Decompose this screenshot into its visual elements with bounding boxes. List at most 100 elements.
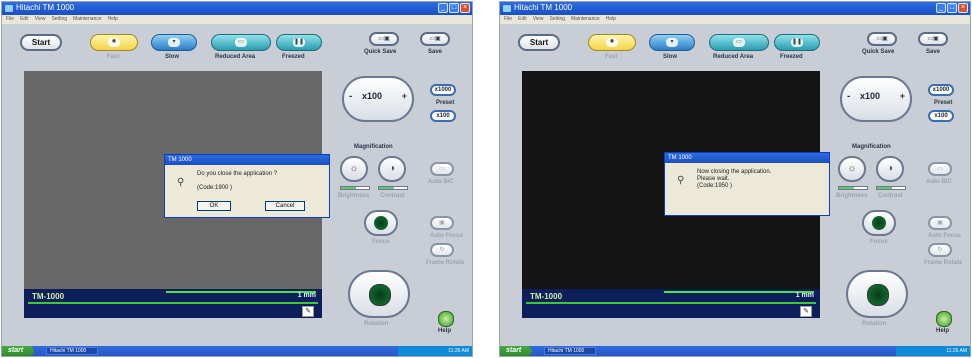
start-button[interactable]: Start — [20, 34, 62, 51]
screenshot-close-confirm: Hitachi TM 1000 _ □ × File Edit View Set… — [2, 2, 472, 356]
dialog-title: TM 1000 — [665, 153, 829, 163]
dialog-title: TM 1000 — [165, 155, 329, 165]
frame-rotate-button[interactable]: ↻ — [430, 243, 454, 257]
preset-x100-button[interactable]: x100 — [928, 110, 954, 122]
taskbar-app-button[interactable]: Hitachi TM 1000 — [544, 347, 596, 355]
menu-help[interactable]: Help — [108, 15, 118, 24]
contrast-icon: ◑ — [388, 163, 396, 174]
brightness-gauge — [838, 186, 868, 190]
slow-label: Slow — [165, 54, 180, 60]
reduced-area-button[interactable]: ▭ — [211, 34, 271, 51]
maximize-icon[interactable]: □ — [449, 3, 459, 13]
rotation-label: Rotation — [364, 321, 389, 327]
fast-scan-button[interactable]: ✹ — [588, 34, 636, 51]
cancel-button[interactable]: Cancel — [265, 201, 305, 211]
stage-joystick[interactable] — [348, 270, 410, 318]
dialog-code: (Code:1900 ) — [197, 185, 233, 191]
close-icon[interactable]: × — [958, 3, 968, 13]
reduced-area-label: Reduced Area — [215, 54, 256, 60]
frame-rotate-label: Frame Rotate — [426, 260, 465, 266]
save-button[interactable]: ▭▣ — [918, 32, 948, 46]
auto-bc-button[interactable]: ▭ — [430, 162, 454, 176]
save-button[interactable]: ▭▣ — [420, 32, 450, 46]
menu-file[interactable]: File — [6, 15, 14, 24]
menu-setting[interactable]: Setting — [549, 15, 565, 24]
brightness-dial[interactable]: ☼ — [340, 156, 368, 182]
help-icon[interactable] — [936, 311, 952, 327]
menu-view[interactable]: View — [35, 15, 46, 24]
brightness-label: Brightness — [338, 193, 370, 199]
start-button[interactable]: Start — [518, 34, 560, 51]
maximize-icon[interactable]: □ — [947, 3, 957, 13]
menu-view[interactable]: View — [533, 15, 544, 24]
pencil-icon[interactable]: ✎ — [800, 306, 812, 317]
slow-scan-button[interactable]: ▾ — [151, 34, 197, 51]
pencil-icon[interactable]: ✎ — [302, 306, 314, 317]
menu-file[interactable]: File — [504, 15, 512, 24]
reduced-area-button[interactable]: ▭ — [709, 34, 769, 51]
zoom-out-icon[interactable]: - — [847, 91, 850, 102]
close-icon[interactable]: × — [460, 3, 470, 13]
frame-rotate-button[interactable]: ↻ — [928, 243, 952, 257]
preset-label: Preset — [934, 100, 953, 106]
fast-label: Fast — [107, 54, 120, 60]
focus-knob[interactable] — [364, 210, 398, 236]
reduced-area-label: Reduced Area — [713, 54, 754, 60]
fast-scan-button[interactable]: ✹ — [90, 34, 138, 51]
freeze-button[interactable]: ❚❚ — [774, 34, 820, 51]
app-icon — [503, 5, 511, 12]
frame-rotate-label: Frame Rotate — [924, 260, 963, 266]
quick-save-button[interactable]: ▭▣ — [369, 32, 399, 46]
help-icon[interactable] — [438, 311, 454, 327]
menu-setting[interactable]: Setting — [51, 15, 67, 24]
system-tray-clock: 11:26 AM — [896, 346, 970, 356]
taskbar-app-button[interactable]: Hitachi TM 1000 — [46, 347, 98, 355]
auto-focus-button[interactable]: ▣ — [430, 216, 454, 230]
preset-x100-button[interactable]: x100 — [430, 110, 456, 122]
menu-edit[interactable]: Edit — [20, 15, 29, 24]
dialog-message: Do you close the application ? (Code:190… — [197, 171, 277, 192]
focus-knob[interactable] — [862, 210, 896, 236]
ok-button[interactable]: OK — [197, 201, 231, 211]
dialog-message: Now closing the application. Please wait… — [697, 169, 771, 190]
auto-bc-label: Auto B/C — [926, 179, 952, 185]
zoom-in-icon[interactable]: + — [402, 91, 407, 101]
magnification-dial[interactable]: - x100 + — [840, 76, 912, 122]
magnification-dial[interactable]: - x100 + — [342, 76, 414, 122]
minimize-icon[interactable]: _ — [936, 3, 946, 13]
microscope-icon: ⚲ — [677, 175, 685, 186]
slow-icon: ▾ — [168, 38, 180, 47]
brightness-dial[interactable]: ☼ — [838, 156, 866, 182]
windows-start-button[interactable]: start — [500, 346, 532, 356]
freeze-button[interactable]: ❚❚ — [276, 34, 322, 51]
dialog-code: (Code:1950 ) — [697, 183, 733, 189]
slow-scan-button[interactable]: ▾ — [649, 34, 695, 51]
minimize-icon[interactable]: _ — [438, 3, 448, 13]
scale-label: 1 mm — [297, 292, 316, 299]
menu-maintenance[interactable]: Maintenance — [73, 15, 102, 24]
brightness-icon: ☼ — [847, 163, 857, 174]
menu-help[interactable]: Help — [606, 15, 616, 24]
preset-x1000-button[interactable]: x1000 — [928, 84, 954, 96]
stage-joystick[interactable] — [846, 270, 908, 318]
magnification-value: x100 — [362, 91, 383, 101]
pause-icon: ❚❚ — [791, 38, 803, 47]
zoom-out-icon[interactable]: - — [349, 91, 352, 102]
menu-maintenance[interactable]: Maintenance — [571, 15, 600, 24]
contrast-dial[interactable]: ◑ — [876, 156, 904, 182]
menu-edit[interactable]: Edit — [518, 15, 527, 24]
save-label: Save — [926, 49, 941, 55]
save-label: Save — [428, 49, 443, 55]
brightness-gauge — [340, 186, 370, 190]
auto-bc-button[interactable]: ▭ — [928, 162, 952, 176]
preset-x1000-button[interactable]: x1000 — [430, 84, 456, 96]
contrast-dial[interactable]: ◑ — [378, 156, 406, 182]
app-icon — [5, 5, 13, 12]
quick-save-button[interactable]: ▭▣ — [867, 32, 897, 46]
auto-focus-button[interactable]: ▣ — [928, 216, 952, 230]
status-bar: TM-1000 1 mm ✎ — [522, 289, 820, 318]
window-title: Hitachi TM 1000 — [16, 3, 75, 12]
windows-start-button[interactable]: start — [2, 346, 34, 356]
reduced-area-icon: ▭ — [235, 38, 247, 47]
zoom-in-icon[interactable]: + — [900, 91, 905, 101]
